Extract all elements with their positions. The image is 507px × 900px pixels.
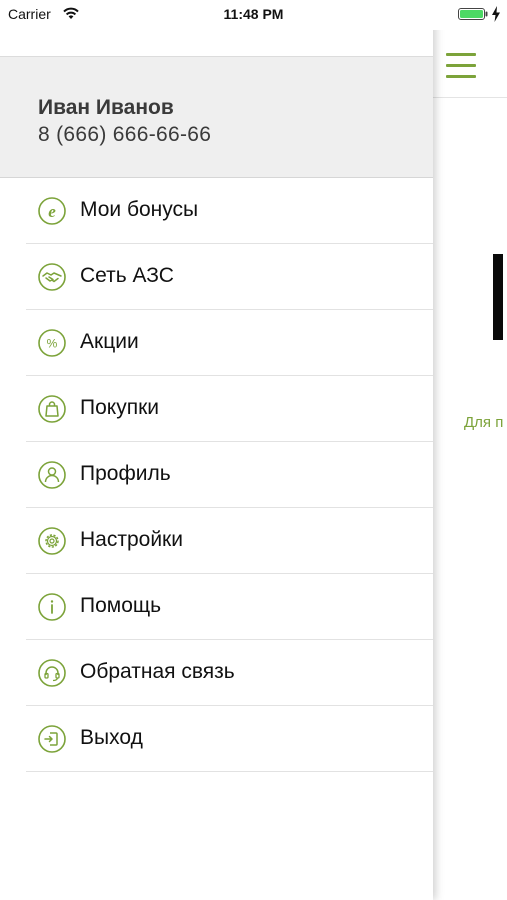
headset-icon <box>38 659 66 687</box>
background-app-header-divider <box>433 97 507 98</box>
background-app <box>433 0 507 900</box>
barcode-icon <box>493 254 503 340</box>
logout-icon <box>38 725 66 753</box>
shopping-bag-icon <box>38 395 66 423</box>
menu-item-label: Сеть АЗС <box>80 264 174 287</box>
svg-text:%: % <box>47 337 58 351</box>
gear-icon <box>38 527 66 555</box>
menu-item-label: Обратная связь <box>80 660 235 683</box>
profile-phone: 8 (666) 666-66-66 <box>38 123 212 146</box>
profile-name: Иван Иванов <box>38 96 174 119</box>
side-drawer: Иван Иванов 8 (666) 666-66-66 e Мои бону… <box>0 0 433 900</box>
menu-item-promotions[interactable]: % Акции <box>26 310 433 376</box>
menu-item-purchases[interactable]: Покупки <box>26 376 433 442</box>
menu-item-bonuses[interactable]: e Мои бонусы <box>26 178 433 244</box>
menu-item-label: Мои бонусы <box>80 198 199 221</box>
menu-item-settings[interactable]: Настройки <box>26 508 433 574</box>
drawer-menu: e Мои бонусы Сеть АЗС % Акции Покупки Пр… <box>26 178 433 772</box>
clock: 11:48 PM <box>223 6 284 22</box>
menu-item-label: Акции <box>80 330 139 353</box>
menu-item-stations[interactable]: Сеть АЗС <box>26 244 433 310</box>
hamburger-menu-icon[interactable] <box>446 53 476 81</box>
menu-item-label: Выход <box>80 726 143 749</box>
svg-text:e: e <box>48 202 56 221</box>
battery-icon <box>458 8 488 20</box>
menu-item-label: Помощь <box>80 594 162 617</box>
profile-header[interactable]: Иван Иванов 8 (666) 666-66-66 <box>0 57 433 178</box>
menu-item-label: Покупки <box>80 396 159 419</box>
menu-item-logout[interactable]: Выход <box>26 706 433 772</box>
menu-item-label: Профиль <box>80 462 171 485</box>
background-app-hint: Для п <box>464 414 504 431</box>
percent-icon: % <box>38 329 66 357</box>
bonus-e-icon: e <box>38 197 66 225</box>
menu-item-feedback[interactable]: Обратная связь <box>26 640 433 706</box>
info-icon <box>38 593 66 621</box>
charging-bolt-icon <box>492 6 500 22</box>
menu-item-help[interactable]: Помощь <box>26 574 433 640</box>
menu-item-profile[interactable]: Профиль <box>26 442 433 508</box>
menu-item-label: Настройки <box>80 528 183 551</box>
status-bar: Carrier 11:48 PM <box>0 0 507 30</box>
handshake-icon <box>38 263 66 291</box>
person-icon <box>38 461 66 489</box>
